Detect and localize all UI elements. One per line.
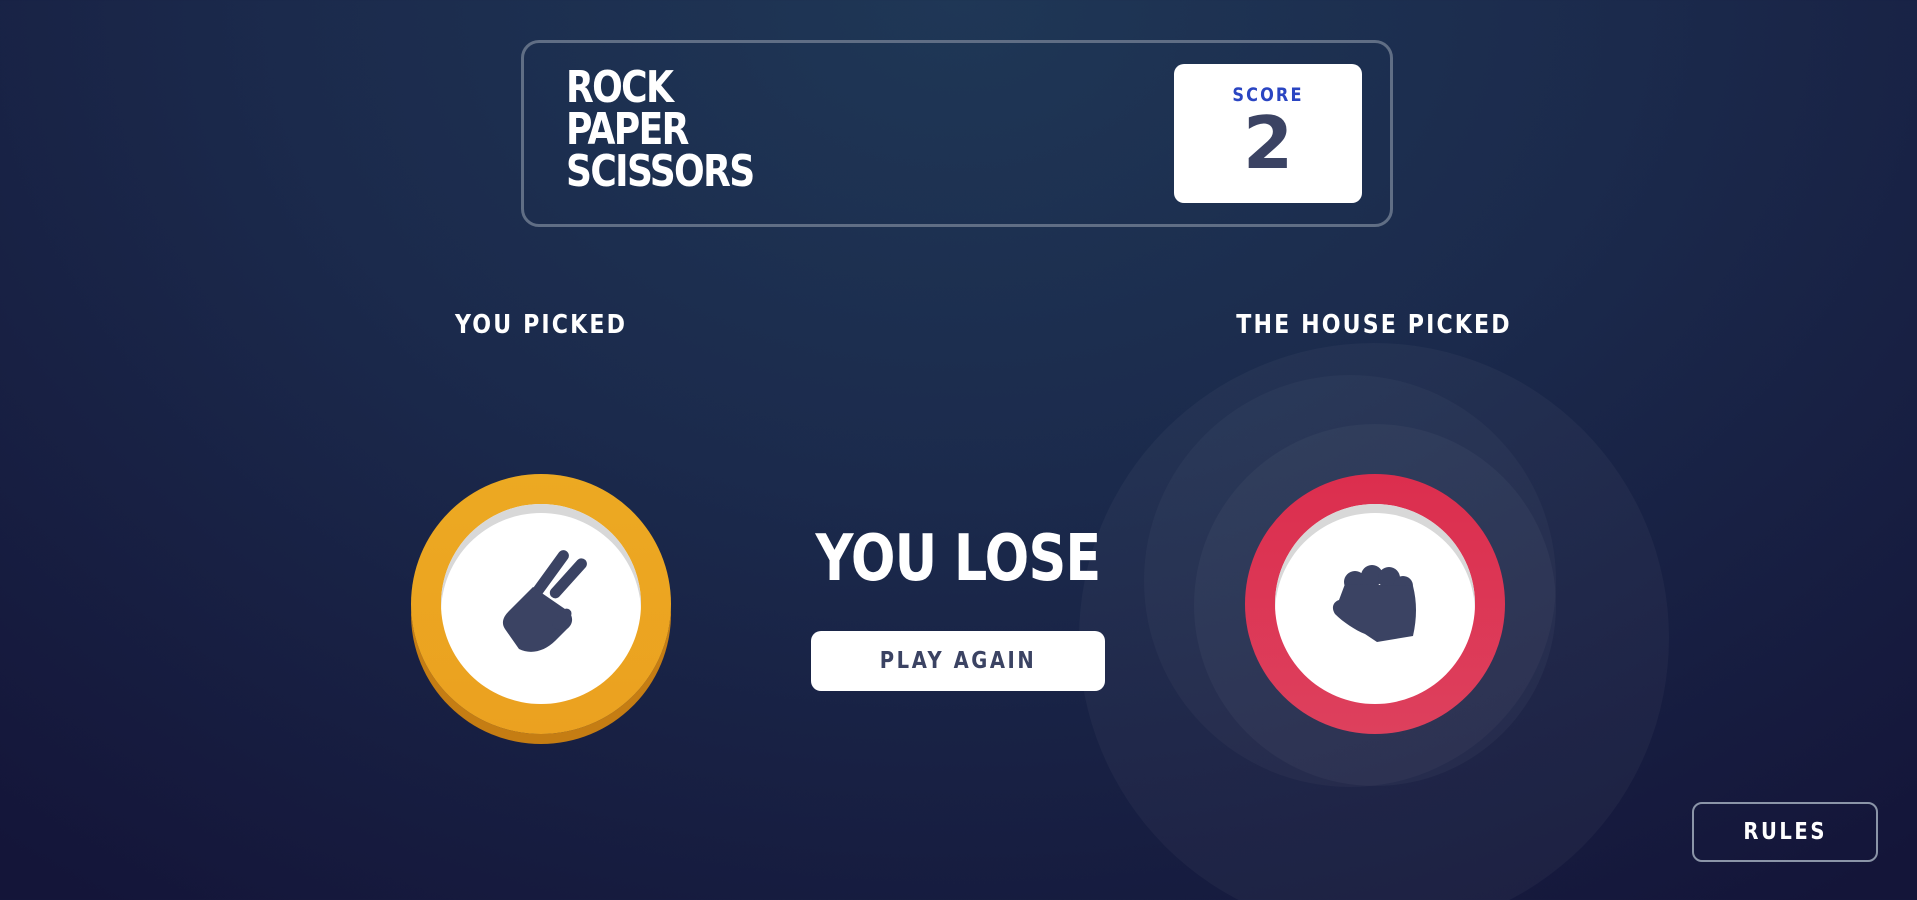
rules-label: RULES: [1743, 819, 1827, 845]
play-again-button[interactable]: PLAY AGAIN: [811, 631, 1105, 691]
game-title: ROCK PAPER SCISSORS: [566, 62, 755, 197]
player-scissors-token: [411, 474, 671, 734]
house-rock-token: [1245, 474, 1505, 734]
score-box: SCORE 2: [1174, 64, 1362, 203]
rock-fist-icon: [1332, 565, 1416, 642]
score-label: SCORE: [1232, 84, 1304, 106]
game-header: ROCK PAPER SCISSORS SCORE 2: [521, 40, 1393, 227]
scissors-hand-icon: [502, 550, 587, 652]
result-text: YOU LOSE: [815, 522, 1102, 596]
title-line-scissors: SCISSORS: [566, 146, 755, 197]
player-token-face: [441, 504, 641, 704]
rules-button[interactable]: RULES: [1692, 802, 1878, 862]
title-line-rock: ROCK: [566, 62, 674, 113]
house-picked-label: THE HOUSE PICKED: [1236, 310, 1512, 340]
house-token-face: [1275, 504, 1475, 704]
score-value: 2: [1242, 101, 1294, 185]
title-line-paper: PAPER: [566, 104, 689, 155]
player-picked-label: YOU PICKED: [454, 310, 628, 340]
play-again-label: PLAY AGAIN: [879, 648, 1037, 674]
